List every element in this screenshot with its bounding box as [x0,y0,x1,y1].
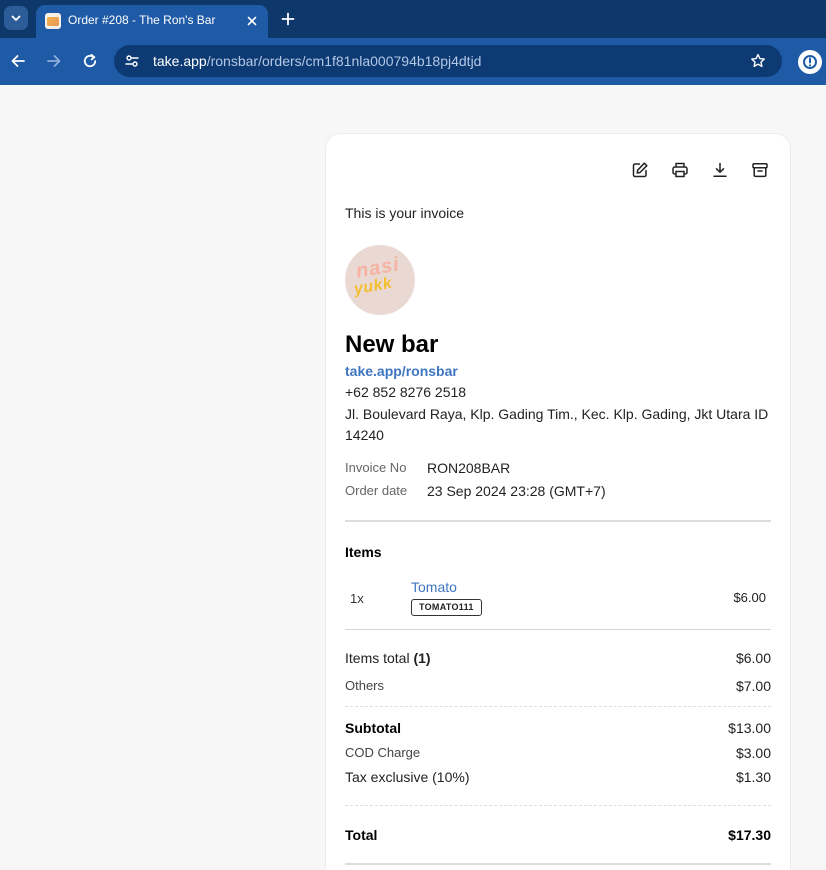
tab-close-button[interactable] [242,11,262,31]
tax-label: Tax exclusive (10%) [345,769,470,785]
divider [345,629,771,630]
item-quantity: 1x [350,591,364,606]
edit-button[interactable] [628,158,652,182]
plus-icon [281,12,295,26]
store-name: New bar [345,331,439,358]
bookmark-button[interactable] [748,51,768,71]
items-total-label: Items total (1) [345,650,431,666]
others-value: $7.00 [735,678,771,694]
invoice-card: This is your invoice nasi yukk New bar t… [325,133,791,870]
printer-icon [672,162,688,178]
reload-button[interactable] [77,48,103,74]
archive-button[interactable] [748,158,772,182]
invoice-number-label: Invoice No [345,460,407,475]
close-icon [247,16,257,26]
invoice-intro: This is your invoice [345,205,465,221]
arrow-right-icon [47,55,61,67]
browser-tabstrip: Order #208 - The Ron's Bar [0,0,826,38]
total-value: $17.30 [728,827,771,843]
download-icon [713,162,727,177]
tab-search-button[interactable] [4,6,28,30]
new-tab-button[interactable] [276,7,300,31]
url-text[interactable]: take.app/ronsbar/orders/cm1f81nla000794b… [153,53,481,69]
site-info-button[interactable] [120,49,144,73]
back-button[interactable] [5,48,31,74]
tab-title: Order #208 - The Ron's Bar [68,13,216,27]
tax-value: $1.30 [735,769,771,785]
store-address: Jl. Boulevard Raya, Klp. Gading Tim., Ke… [345,406,769,443]
item-name-link[interactable]: Tomato [411,579,457,595]
star-icon [751,53,765,68]
address-bar[interactable]: take.app/ronsbar/orders/cm1f81nla000794b… [114,45,782,77]
store-logo: nasi yukk [345,245,415,315]
store-favicon [45,13,61,29]
order-date-label: Order date [345,483,408,498]
url-path: /ronsbar/orders/cm1f81nla000794b18pj4dtj… [206,53,482,69]
divider [345,520,771,522]
invoice-number-value: RON208BAR [427,460,511,476]
url-host: take.app [153,53,207,69]
order-date-value: 23 Sep 2024 23:28 (GMT+7) [427,483,606,499]
item-sku-badge: TOMATO111 [411,599,482,616]
divider [345,805,771,806]
items-heading: Items [345,544,382,560]
total-label: Total [345,827,378,843]
forward-button[interactable] [41,48,67,74]
extension-icon [803,55,817,69]
others-label: Others [345,678,385,693]
archive-icon [752,163,768,178]
store-link[interactable]: take.app/ronsbar [345,363,458,379]
cod-charge-label: COD Charge [345,745,421,760]
reload-icon [83,53,97,68]
store-phone: +62 852 8276 2518 [345,384,467,400]
subtotal-value: $13.00 [728,720,771,736]
items-total-value: $6.00 [735,650,771,666]
download-button[interactable] [708,158,732,182]
invoice-actions [628,158,772,182]
item-price: $6.00 [733,590,766,605]
cod-charge-value: $3.00 [735,745,771,761]
tune-icon [125,55,139,67]
pencil-icon [632,162,648,178]
divider [345,863,771,865]
chevron-down-icon [11,15,21,21]
extension-button[interactable] [798,50,822,74]
browser-toolbar: take.app/ronsbar/orders/cm1f81nla000794b… [0,38,826,85]
subtotal-label: Subtotal [345,720,401,736]
arrow-left-icon [11,55,25,67]
divider [345,706,771,707]
browser-tab-active[interactable]: Order #208 - The Ron's Bar [36,5,268,38]
print-button[interactable] [668,158,692,182]
